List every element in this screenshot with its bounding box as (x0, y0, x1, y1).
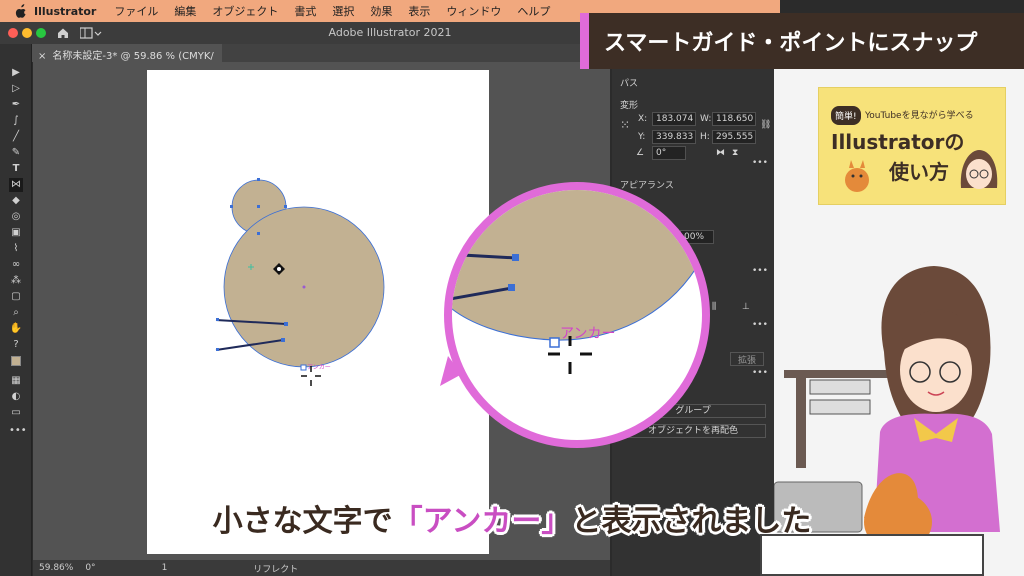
menu-object[interactable]: オブジェクト (212, 3, 278, 19)
menu-app-name[interactable]: Illustrator (34, 5, 96, 18)
angle-icon: ∠ (636, 148, 645, 158)
w-label: W: (700, 114, 712, 124)
align-icon[interactable]: ⫼ (712, 302, 716, 312)
current-tool-mode: リフレクト (253, 564, 299, 575)
constrain-link-icon[interactable]: ⛓ (760, 120, 771, 130)
transform-more-icon[interactable]: ••• (752, 158, 768, 168)
anchor-point (284, 205, 287, 208)
paintbrush-tool-icon[interactable]: ✎ (9, 146, 23, 160)
anchor-point (281, 338, 285, 342)
menu-help[interactable]: ヘルプ (517, 3, 550, 19)
menu-type[interactable]: 書式 (294, 3, 316, 19)
anchor-point (216, 348, 219, 351)
magnified-snapped-anchor (549, 337, 560, 348)
subtitle-before: 小さな文字で (212, 504, 393, 539)
help-tool-icon[interactable]: ? (9, 338, 23, 352)
subtitle-highlight: 「アンカー」 (392, 504, 572, 539)
y-label: Y: (638, 132, 646, 142)
x-field[interactable]: 183.074 (652, 112, 696, 126)
h-field[interactable]: 295.555 (712, 130, 756, 144)
rotation-value[interactable]: 0° (85, 563, 95, 573)
anchor-point (257, 232, 260, 235)
color-mode-icon[interactable]: ▦ (9, 374, 23, 388)
topic-banner: スマートガイド・ポイントにスナップ (580, 13, 1024, 69)
path-heading: パス (620, 79, 639, 89)
expand-button[interactable]: 拡張 (730, 352, 764, 366)
logo-tagline: YouTubeを見ながら学べる (865, 111, 974, 121)
hand-tool-icon[interactable]: ✋ (9, 322, 23, 336)
y-field[interactable]: 339.833 (652, 130, 696, 144)
zoom-level[interactable]: 59.86% (39, 563, 73, 573)
quick-actions-more-icon[interactable]: ••• (752, 368, 768, 378)
symbol-sprayer-tool-icon[interactable]: ⁂ (9, 274, 23, 288)
anchor-point (257, 178, 260, 181)
curvature-tool-icon[interactable]: ∫ (9, 114, 23, 128)
appearance-more-icon[interactable]: ••• (752, 266, 768, 276)
channel-logo-card: 簡単! YouTubeを見ながら学べる Illustratorの 使い方 (818, 87, 1006, 205)
draw-mode-icon[interactable]: ◐ (9, 390, 23, 404)
status-bar: 59.86% 0° 1 リフレクト (33, 560, 610, 576)
anchor-hint-large: アンカー (560, 326, 615, 342)
eraser-tool-icon[interactable]: ◆ (9, 194, 23, 208)
more-tools-icon[interactable]: ••• (9, 424, 27, 438)
magnified-view: アンカー (452, 190, 702, 374)
logo-title-line2: 使い方 (889, 160, 949, 184)
angle-field[interactable]: 0° (652, 146, 686, 160)
squirrel-mascot-icon (845, 160, 869, 192)
menu-edit[interactable]: 編集 (174, 3, 196, 19)
zoom-magnifier: アンカー (444, 182, 710, 448)
menu-file[interactable]: ファイル (114, 3, 158, 19)
menu-window[interactable]: ウィンドウ (446, 3, 501, 19)
artboard-number[interactable]: 1 (162, 563, 168, 573)
banner-accent-stripe (580, 13, 589, 69)
presenter-avatar-icon (960, 150, 998, 189)
menu-view[interactable]: 表示 (408, 3, 430, 19)
shape-builder-tool-icon[interactable]: ◎ (9, 210, 23, 224)
direct-selection-tool-icon[interactable]: ▷ (9, 82, 23, 96)
fill-stroke-swatch-icon[interactable] (9, 356, 23, 370)
anchor-point (216, 318, 219, 321)
reflect-tool-icon[interactable]: ⋈ (9, 178, 23, 192)
pen-tool-icon[interactable]: ✒ (9, 98, 23, 112)
screen-mode-icon[interactable]: ▭ (9, 406, 23, 420)
magnifier-pointer (440, 356, 462, 386)
menu-effect[interactable]: 効果 (370, 3, 392, 19)
reference-point-icon[interactable]: ⁙ (620, 118, 630, 132)
flip-horizontal-icon[interactable]: ⧓ (716, 148, 725, 158)
apple-icon[interactable] (14, 4, 28, 18)
close-tab-icon[interactable]: × (38, 51, 46, 62)
snapped-anchor (300, 364, 307, 371)
eyedropper-tool-icon[interactable]: ⌇ (9, 242, 23, 256)
banner-title: スマートガイド・ポイントにスナップ (604, 31, 978, 56)
selection-tool-icon[interactable]: ▶ (9, 66, 23, 80)
logo-badge: 簡単! (831, 106, 861, 125)
h-label: H: (700, 132, 710, 142)
flip-vertical-icon[interactable]: ⧗ (732, 148, 738, 158)
desk-illustration (760, 534, 984, 576)
zoom-tool-icon[interactable]: ⌕ (9, 306, 23, 320)
transform-heading: 変形 (620, 101, 639, 111)
anchor-point (257, 205, 260, 208)
logo-title-line1: Illustratorの (831, 130, 965, 154)
line-tool-icon[interactable]: ╱ (9, 130, 23, 144)
document-tab[interactable]: ×名称未設定-3* @ 59.86 % (CMYK/プレビュー) (32, 44, 222, 77)
artboard-tool-icon[interactable]: ▢ (9, 290, 23, 304)
gradient-tool-icon[interactable]: ▣ (9, 226, 23, 240)
blend-tool-icon[interactable]: ∞ (9, 258, 23, 272)
type-tool-icon[interactable]: T (9, 162, 23, 176)
anchor-point (230, 205, 233, 208)
anchor-point (284, 322, 288, 326)
x-label: X: (638, 114, 648, 124)
menu-select[interactable]: 選択 (332, 3, 354, 19)
align-more-icon[interactable]: ••• (752, 320, 768, 330)
w-field[interactable]: 118.650 (712, 112, 756, 126)
center-dot (302, 285, 306, 289)
align-bottom-icon[interactable]: ⊥ (742, 302, 750, 312)
